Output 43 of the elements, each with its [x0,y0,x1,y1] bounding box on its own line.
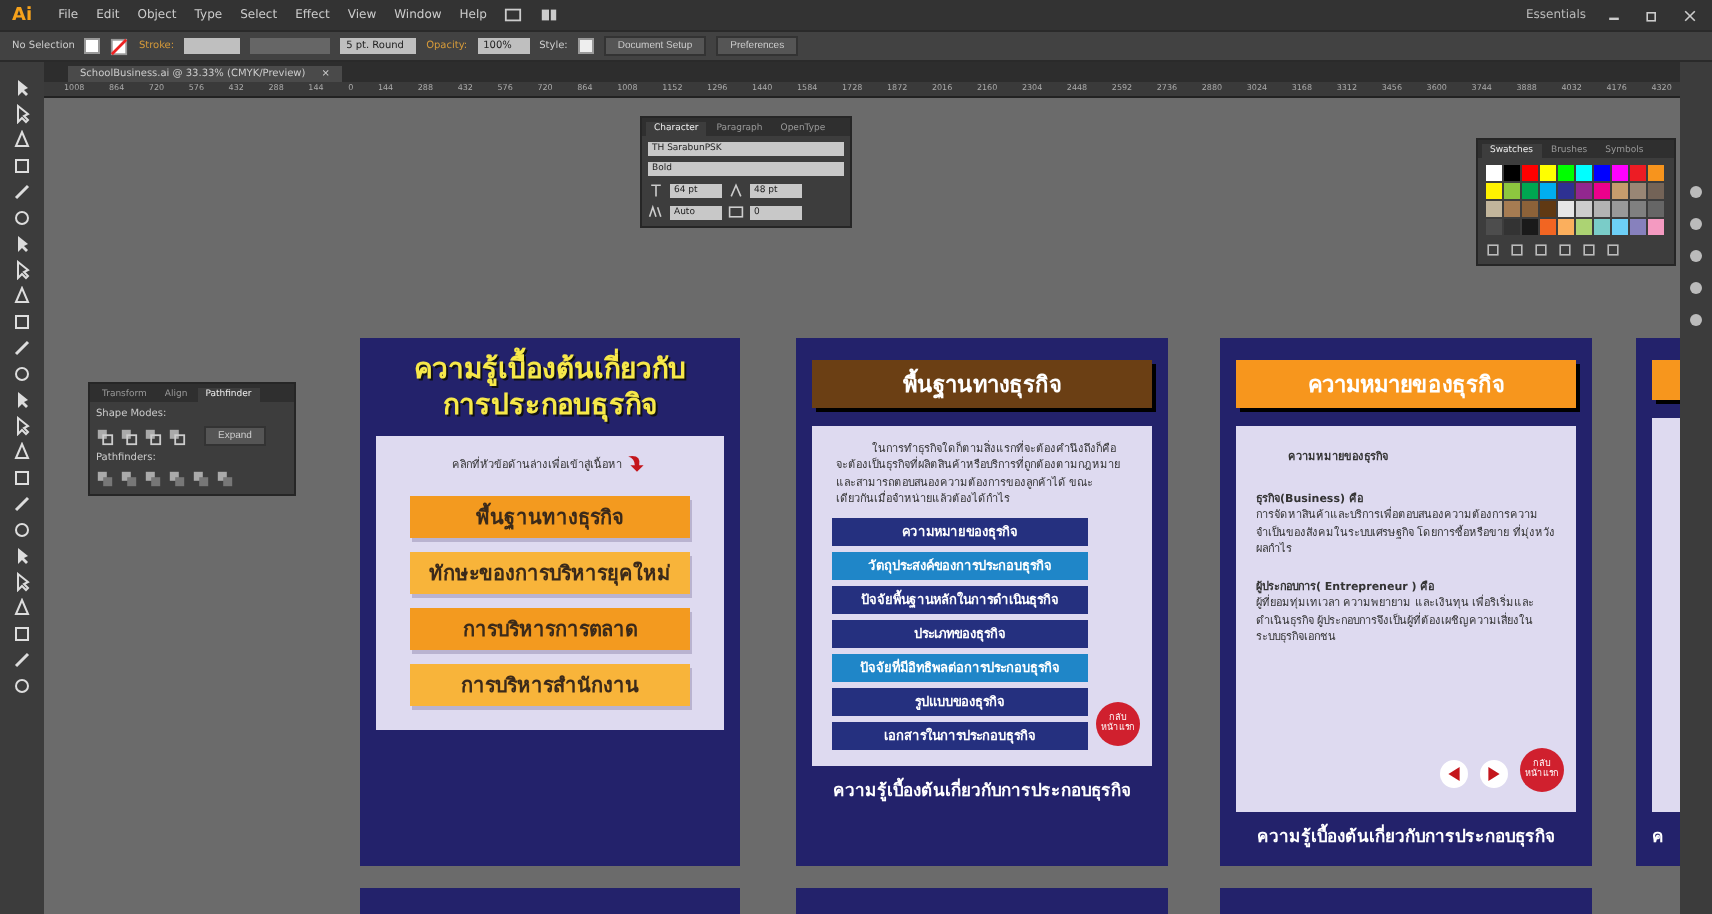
window-icon[interactable] [504,6,523,24]
line-icon[interactable] [12,650,32,670]
selection-arrow-icon[interactable] [12,78,32,98]
font-size-icon [648,182,664,198]
line-icon[interactable] [12,494,32,514]
artboard-footer: ความรู้เบื้องต้นเกี่ยวกับการประกอบธุรกิจ [1257,822,1555,850]
restore-icon[interactable] [1642,7,1662,23]
outline-arrow-icon[interactable] [12,572,32,592]
topic-button[interactable]: การบริหารสำนักงาน [410,664,690,706]
topic-button[interactable]: ทักษะของการบริหารยุคใหม่ [410,552,690,594]
outline-arrow-icon[interactable] [12,260,32,280]
artboard-footer: ค [1652,822,1664,850]
rectangle-icon[interactable] [12,156,32,176]
ellipse-icon[interactable] [12,208,32,228]
line-icon[interactable] [12,182,32,202]
variable-width-field[interactable] [250,38,331,54]
topic-button[interactable]: พื้นฐานทางธุรกิจ [410,496,690,538]
topic-button[interactable]: การบริหารการตลาด [410,608,690,650]
style-swatch[interactable] [577,38,594,54]
line-icon[interactable] [12,338,32,358]
selection-arrow-icon[interactable] [12,390,32,410]
outline-arrow-icon[interactable] [12,416,32,436]
stroke-weight-field[interactable] [184,38,241,54]
artboard-header: ความหมายของธุรกิจ [1236,360,1576,408]
outline-arrow-icon[interactable] [12,104,32,124]
selection-arrow-icon[interactable] [12,234,32,254]
rectangle-icon[interactable] [12,312,32,332]
ellipse-icon[interactable] [12,364,32,384]
fill-swatch[interactable] [84,38,101,54]
curved-arrow-icon [626,452,648,474]
artboard-header: พื้นฐานทางธุรกิจ [812,360,1152,408]
selection-arrow-icon[interactable] [12,546,32,566]
previous-icon[interactable] [1440,760,1468,788]
no-stroke-swatch-icon[interactable] [110,37,129,55]
rectangle-icon[interactable] [12,468,32,488]
next-icon[interactable] [1480,760,1508,788]
close-icon[interactable] [1680,7,1700,23]
layout-icon[interactable] [540,6,559,24]
artboard-footer: ความรู้เบื้องต้นเกี่ยวกับการประกอบธุรกิจ [833,776,1131,804]
app-logo: Ai [12,5,33,25]
rectangle-icon[interactable] [12,624,32,644]
ellipse-icon[interactable] [12,676,32,696]
ellipse-icon[interactable] [12,520,32,540]
